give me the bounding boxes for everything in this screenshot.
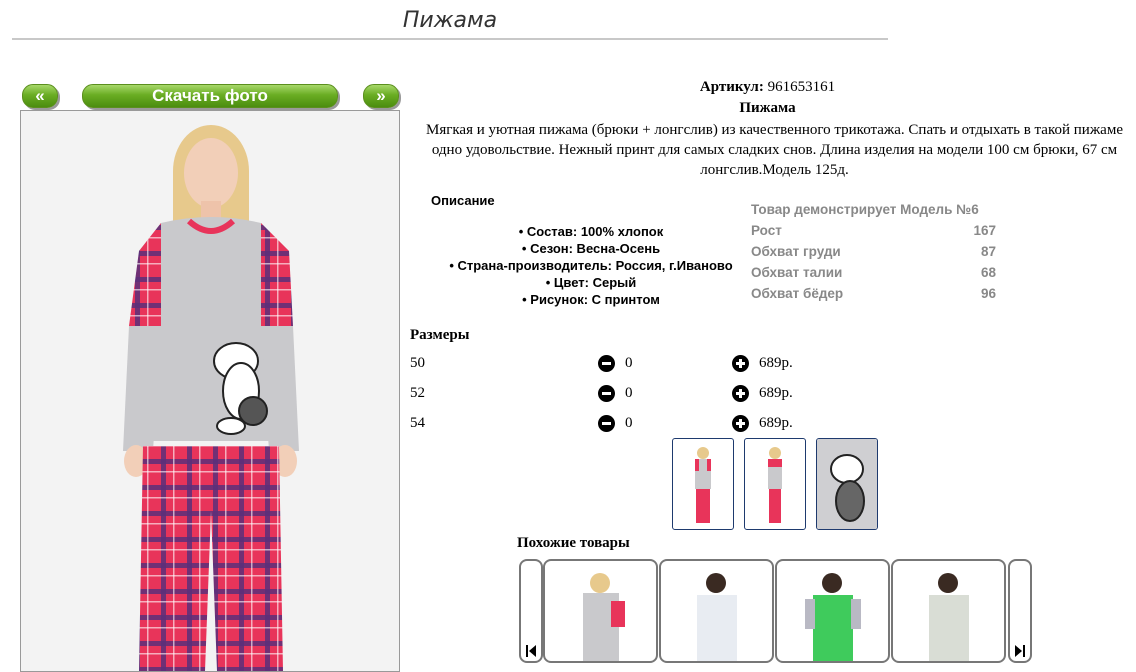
main-product-photo[interactable] xyxy=(20,110,400,672)
quantity-value: 0 xyxy=(625,355,633,371)
similar-product-image xyxy=(583,573,625,661)
similar-product-card[interactable] xyxy=(891,559,1006,663)
size-row: 54 0 689р. xyxy=(410,412,830,436)
thumbnail-print-detail[interactable] xyxy=(816,438,878,530)
similar-products-heading: Похожие товары xyxy=(517,535,630,551)
article-value: 961653161 xyxy=(767,79,836,95)
article-line: Артикул: 961653161 xyxy=(410,79,1125,96)
spec-item: • Состав: 100% хлопок xyxy=(518,224,664,239)
minus-circle-icon[interactable] xyxy=(598,385,615,402)
measure-row: Обхват бёдер 96 xyxy=(751,286,996,301)
product-name: Пижама xyxy=(739,100,796,116)
prev-arrow-icon xyxy=(526,645,536,657)
model-heading: Товар демонстрирует Модель №6 xyxy=(751,202,979,217)
size-value: 52 xyxy=(410,385,425,401)
size-row: 50 0 689р. xyxy=(410,352,830,376)
similar-next-button[interactable] xyxy=(1008,559,1032,663)
spec-item: • Сезон: Весна-Осень xyxy=(521,241,661,256)
quantity-value: 0 xyxy=(625,385,633,401)
similar-product-image xyxy=(805,573,861,661)
measure-row: Обхват талии 68 xyxy=(751,265,996,280)
thumbnail-front[interactable] xyxy=(672,438,734,530)
specs-heading: Описание xyxy=(431,193,495,208)
similar-product-image xyxy=(929,573,969,661)
thumbnail-image xyxy=(817,439,877,529)
quantity-value: 0 xyxy=(625,415,633,431)
model-measurements: Товар демонстрирует Модель №6 Рост 167 Об… xyxy=(751,199,996,304)
plus-circle-icon[interactable] xyxy=(732,415,749,432)
next-photo-button[interactable]: » xyxy=(363,84,399,108)
title-divider xyxy=(12,38,888,40)
measure-row: Рост 167 xyxy=(751,223,996,238)
minus-circle-icon[interactable] xyxy=(598,415,615,432)
download-photo-button[interactable]: Скачать фото xyxy=(82,84,338,108)
similar-prev-button[interactable] xyxy=(519,559,543,663)
next-arrow-icon xyxy=(1015,645,1025,657)
size-value: 50 xyxy=(410,355,425,371)
product-description: Мягкая и уютная пижама (брюки + лонгслив… xyxy=(425,122,1123,178)
thumbnail-image xyxy=(695,447,711,523)
similar-product-card[interactable] xyxy=(775,559,890,663)
specs-list: • Состав: 100% хлопок • Сезон: Весна-Осе… xyxy=(430,223,752,308)
similar-product-card[interactable] xyxy=(543,559,658,663)
plus-circle-icon[interactable] xyxy=(732,385,749,402)
thumbnail-side[interactable] xyxy=(744,438,806,530)
similar-product-image xyxy=(697,573,737,661)
price-value: 689р. xyxy=(759,385,793,401)
sizes-heading: Размеры xyxy=(410,327,470,343)
measure-row: Обхват груди 87 xyxy=(751,244,996,259)
similar-product-card[interactable] xyxy=(659,559,774,663)
model-in-pajama-image xyxy=(123,125,299,671)
size-value: 54 xyxy=(410,415,425,431)
minus-circle-icon[interactable] xyxy=(598,355,615,372)
spec-item: • Рисунок: С принтом xyxy=(522,292,660,307)
size-row: 52 0 689р. xyxy=(410,382,830,406)
spec-item: • Цвет: Серый xyxy=(545,275,637,290)
article-label: Артикул: xyxy=(699,79,764,95)
price-value: 689р. xyxy=(759,415,793,431)
price-value: 689р. xyxy=(759,355,793,371)
prev-photo-button[interactable]: « xyxy=(22,84,58,108)
spec-item: • Страна-производитель: Россия, г.Иванов… xyxy=(449,258,733,273)
plus-circle-icon[interactable] xyxy=(732,355,749,372)
thumbnail-image xyxy=(768,447,782,523)
page-title: Пижама xyxy=(402,8,498,33)
